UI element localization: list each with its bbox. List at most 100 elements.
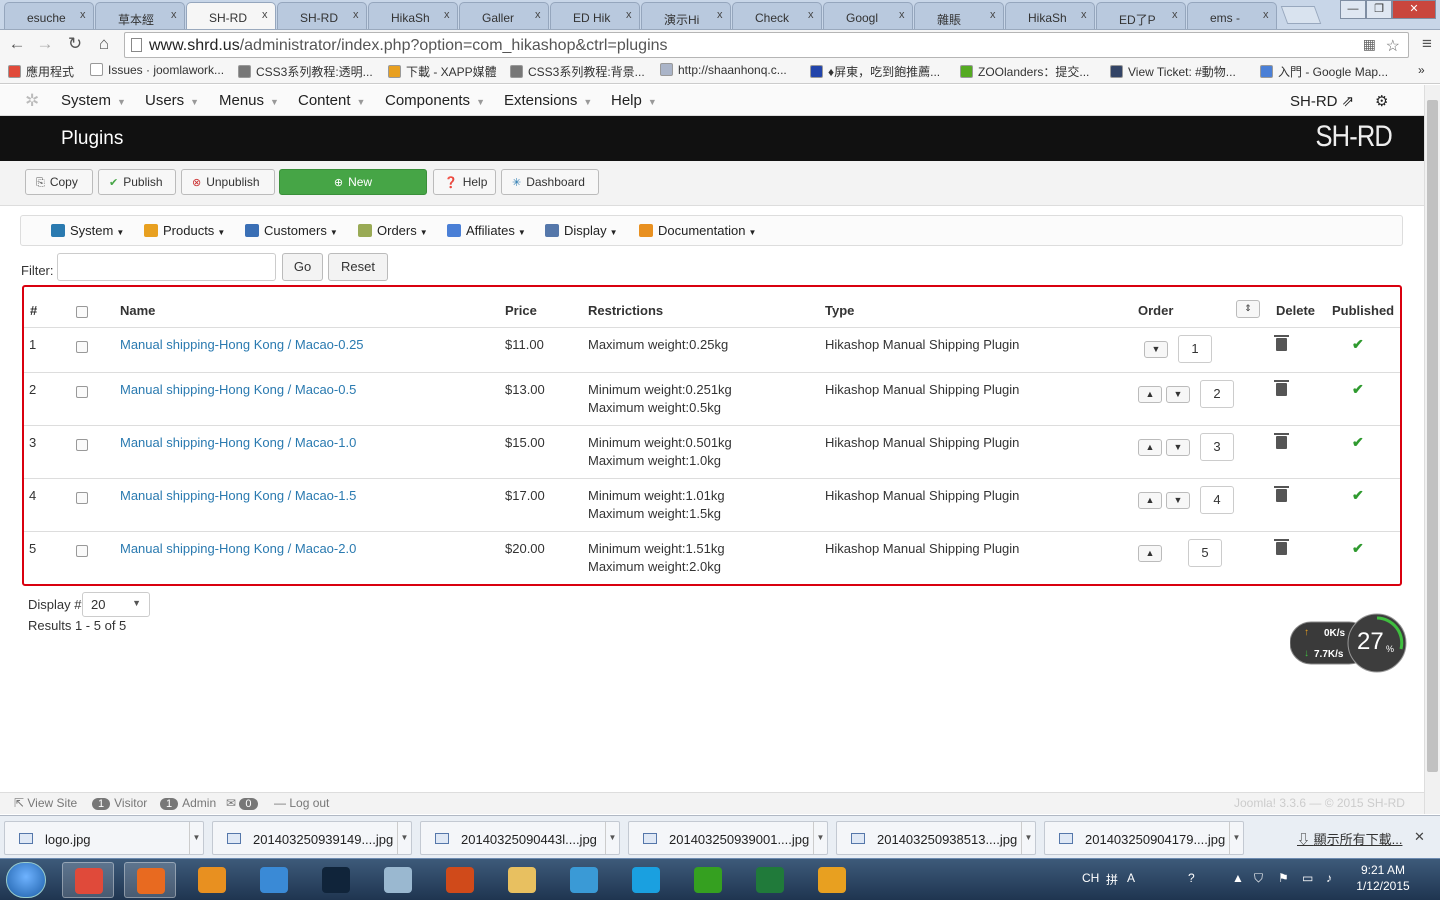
hikashop-menu-customers[interactable]: Customers ▼ (245, 223, 338, 238)
window-close-button[interactable]: ✕ (1392, 0, 1436, 19)
order-input[interactable]: 3 (1200, 433, 1234, 461)
show-hidden-icon[interactable]: ▲ (1232, 871, 1244, 885)
flag-icon[interactable]: ⚑ (1278, 871, 1289, 885)
hikashop-menu-orders[interactable]: Orders ▼ (358, 223, 428, 238)
volume-icon[interactable]: ♪ (1326, 871, 1332, 885)
plugin-name-link[interactable]: Manual shipping-Hong Kong / Macao-1.5 (120, 487, 356, 505)
tab-close-icon[interactable]: x (899, 9, 905, 21)
bookmark-item[interactable]: 入門 - Google Map... (1260, 63, 1388, 80)
tab-close-icon[interactable]: x (990, 9, 996, 21)
go-button[interactable]: Go (282, 253, 323, 281)
select-all-checkbox[interactable] (76, 306, 88, 318)
header-name[interactable]: Name (120, 303, 155, 318)
chevron-down-icon[interactable]: ▼ (397, 822, 411, 854)
plugin-name-link[interactable]: Manual shipping-Hong Kong / Macao-0.5 (120, 381, 356, 399)
tab-close-icon[interactable]: x (808, 9, 814, 21)
row-checkbox[interactable] (76, 439, 88, 451)
order-input[interactable]: 5 (1188, 539, 1222, 567)
taskbar-chrome-icon[interactable] (62, 862, 114, 898)
close-shelf-icon[interactable]: ✕ (1414, 829, 1425, 845)
download-item[interactable]: 20140325090443l....jpg ▼ (420, 821, 620, 855)
download-item[interactable]: logo.jpg ▼ (4, 821, 204, 855)
taskbar-media-icon[interactable] (186, 862, 238, 898)
display-count-select[interactable]: 20 ▼ (82, 592, 150, 617)
trash-icon[interactable] (1274, 539, 1289, 555)
reload-icon[interactable]: ↻ (64, 34, 86, 54)
move-up-button[interactable]: ▲ (1138, 386, 1162, 403)
chevron-down-icon[interactable]: ▼ (189, 822, 203, 854)
system-clock[interactable]: 9:21 AM 1/12/2015 (1348, 862, 1418, 894)
new-tab-button[interactable] (1280, 6, 1322, 24)
published-check-icon[interactable]: ✔ (1352, 336, 1364, 353)
unpublish-button[interactable]: ⊗ Unpublish (181, 169, 275, 195)
shield-icon[interactable]: ⛉ (1254, 871, 1263, 886)
forward-icon[interactable]: → (34, 34, 56, 54)
window-restore-button[interactable]: ❐ (1366, 0, 1392, 19)
bookmark-item[interactable]: 下載 - XAPP媒體 (388, 63, 497, 80)
network-speed-widget[interactable]: ↑ 0K/s ↓ 7.7K/s 27 % (1289, 613, 1407, 673)
gear-icon[interactable]: ⚙ (1375, 92, 1388, 110)
dashboard-button[interactable]: ✳ Dashboard (501, 169, 599, 195)
new-button[interactable]: ⊕ New (279, 169, 427, 195)
hikashop-menu-affiliates[interactable]: Affiliates ▼ (447, 223, 526, 238)
filter-input[interactable] (57, 253, 276, 281)
trash-icon[interactable] (1274, 335, 1289, 351)
bookmark-item[interactable]: ♦屏東，吃到飽推薦... (810, 63, 940, 80)
plugin-name-link[interactable]: Manual shipping-Hong Kong / Macao-1.0 (120, 434, 356, 452)
joomla-logo-icon[interactable]: ✲ (25, 91, 39, 111)
chevron-down-icon[interactable]: ▼ (605, 822, 619, 854)
taskbar-outlook-icon[interactable] (806, 862, 858, 898)
bookmark-item[interactable]: Issues · joomlawork... (90, 63, 224, 77)
font-icon[interactable]: A (1127, 871, 1135, 885)
taskbar-explorer-icon[interactable] (496, 862, 548, 898)
hikashop-menu-documentation[interactable]: Documentation ▼ (639, 223, 756, 238)
menu-components[interactable]: Components ▼ (385, 92, 485, 109)
trash-icon[interactable] (1274, 380, 1289, 396)
tab-close-icon[interactable]: x (535, 9, 541, 21)
move-down-button[interactable]: ▼ (1166, 492, 1190, 509)
bookmark-item[interactable]: http://shaanhonq.c... (660, 63, 787, 77)
translate-icon[interactable]: ▦ (1363, 36, 1376, 53)
taskbar-notepad-icon[interactable] (372, 862, 424, 898)
plugin-name-link[interactable]: Manual shipping-Hong Kong / Macao-0.25 (120, 336, 364, 354)
menu-users[interactable]: Users ▼ (145, 92, 199, 109)
publish-button[interactable]: ✔ Publish (98, 169, 176, 195)
bookmark-item[interactable]: CSS3系列教程:透明... (238, 63, 373, 80)
window-minimize-button[interactable]: — (1340, 0, 1366, 19)
tab-close-icon[interactable]: x (1263, 9, 1269, 21)
download-item[interactable]: 201403250938513....jpg ▼ (836, 821, 1036, 855)
bookmark-item[interactable]: 應用程式 (8, 63, 74, 80)
taskbar-excel-icon[interactable] (744, 862, 796, 898)
hikashop-menu-system[interactable]: System ▼ (51, 223, 124, 238)
chevron-down-icon[interactable]: ▼ (1021, 822, 1035, 854)
row-checkbox[interactable] (76, 386, 88, 398)
tab-close-icon[interactable]: x (80, 9, 86, 21)
download-item[interactable]: 201403250904179....jpg ▼ (1044, 821, 1244, 855)
tab-close-icon[interactable]: x (353, 9, 359, 21)
reset-button[interactable]: Reset (328, 253, 388, 281)
taskbar-powerpoint-icon[interactable] (434, 862, 486, 898)
order-input[interactable]: 4 (1200, 486, 1234, 514)
taskbar-photoshop-icon[interactable] (310, 862, 362, 898)
trash-icon[interactable] (1274, 433, 1289, 449)
chevron-down-icon[interactable]: ▼ (813, 822, 827, 854)
menu-content[interactable]: Content ▼ (298, 92, 365, 109)
taskbar-dreamweaver-icon[interactable] (682, 862, 734, 898)
bookmarks-more-icon[interactable]: » (1418, 63, 1425, 77)
show-all-downloads-link[interactable]: ⇩ 顯示所有下載... (1297, 829, 1402, 848)
hikashop-menu-products[interactable]: Products ▼ (144, 223, 225, 238)
help-icon[interactable]: ? (1188, 871, 1195, 885)
order-input[interactable]: 1 (1178, 335, 1212, 363)
chrome-menu-icon[interactable]: ≡ (1416, 34, 1438, 54)
move-down-button[interactable]: ▼ (1144, 341, 1168, 358)
plugin-name-link[interactable]: Manual shipping-Hong Kong / Macao-2.0 (120, 540, 356, 558)
move-up-button[interactable]: ▲ (1138, 545, 1162, 562)
menu-system[interactable]: System ▼ (61, 92, 126, 109)
back-icon[interactable]: ← (6, 34, 28, 54)
tab-close-icon[interactable]: x (1081, 9, 1087, 21)
language-indicator[interactable]: CH (1082, 871, 1099, 885)
taskbar-skype-qq-icon[interactable] (558, 862, 610, 898)
messages-status[interactable]: ✉ 0 (226, 796, 262, 810)
address-bar[interactable]: www.shrd.us/administrator/index.php?opti… (124, 32, 1409, 58)
tab-close-icon[interactable]: x (626, 9, 632, 21)
